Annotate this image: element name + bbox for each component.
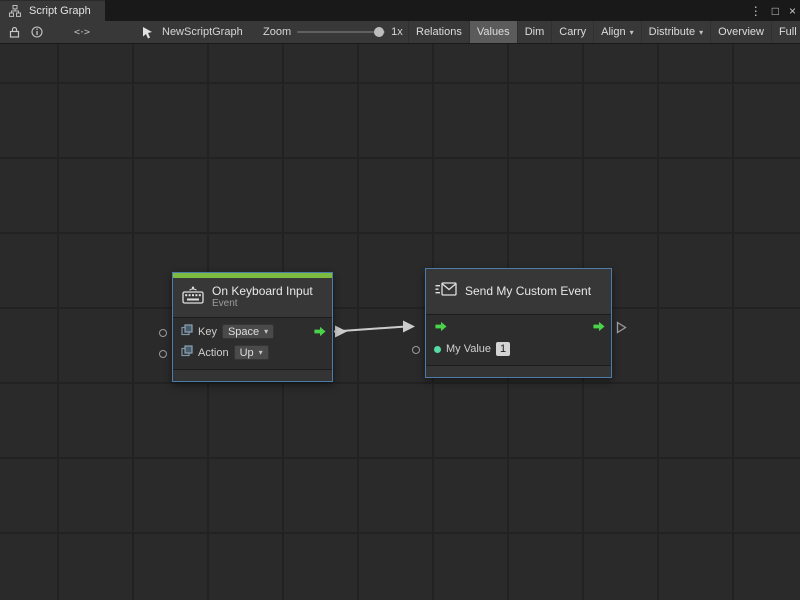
- edit-graph-button[interactable]: <·>: [74, 21, 89, 43]
- my-value-row: My Value 1: [426, 337, 611, 361]
- graph-name: NewScriptGraph: [162, 26, 243, 38]
- chevron-down-icon: ▾: [264, 327, 268, 336]
- maximize-icon[interactable]: □: [772, 5, 779, 17]
- full-screen-button[interactable]: Full Screen: [771, 21, 800, 43]
- connection-wire: [0, 44, 800, 600]
- trigger-output-port[interactable]: [592, 320, 606, 333]
- zoom-label: Zoom: [263, 26, 291, 38]
- tab-script-graph[interactable]: Script Graph: [0, 0, 105, 21]
- action-dropdown[interactable]: Up ▾: [234, 345, 269, 360]
- key-dropdown[interactable]: Space ▾: [222, 324, 274, 339]
- code-icon: <·>: [74, 27, 89, 38]
- lock-button[interactable]: [5, 21, 23, 43]
- overview-label: Overview: [718, 26, 764, 38]
- zoom-control: Zoom 1x: [263, 21, 403, 43]
- zoom-value: 1x: [391, 26, 403, 38]
- toolbar-buttons: Relations Values Dim Carry Align ▾ Distr…: [408, 21, 800, 43]
- overview-button[interactable]: Overview: [710, 21, 771, 43]
- align-label: Align: [601, 26, 625, 38]
- info-icon: [28, 23, 46, 41]
- dim-label: Dim: [525, 26, 545, 38]
- node-footer: [426, 365, 611, 377]
- relations-label: Relations: [416, 26, 462, 38]
- graph-breadcrumb[interactable]: NewScriptGraph: [138, 21, 243, 43]
- my-value-input[interactable]: 1: [496, 342, 510, 356]
- trigger-output-port[interactable]: [313, 325, 327, 338]
- distribute-label: Distribute: [649, 26, 695, 38]
- full-screen-label: Full Screen: [779, 26, 800, 38]
- key-dropdown-value: Space: [228, 326, 259, 338]
- tab-title: Script Graph: [29, 5, 91, 17]
- flow-continue-port[interactable]: [616, 321, 627, 334]
- distribute-button[interactable]: Distribute ▾: [641, 21, 710, 43]
- trigger-input-port[interactable]: [434, 320, 448, 333]
- node-footer: [173, 369, 332, 381]
- action-input-port[interactable]: [159, 350, 167, 358]
- values-label: Values: [477, 26, 510, 38]
- node-header: On Keyboard Input Event: [173, 278, 332, 317]
- my-value-label: My Value: [446, 343, 491, 355]
- menu-icon[interactable]: ⋮: [750, 5, 762, 17]
- carry-button[interactable]: Carry: [551, 21, 593, 43]
- my-value-input-port[interactable]: [412, 346, 420, 354]
- dim-button[interactable]: Dim: [517, 21, 552, 43]
- key-label: Key: [198, 326, 217, 338]
- values-button[interactable]: Values: [469, 21, 517, 43]
- node-title: On Keyboard Input: [212, 285, 313, 298]
- action-row: Action Up ▾: [173, 342, 332, 363]
- node-on-keyboard-input[interactable]: On Keyboard Input Event Key Space ▾: [172, 272, 333, 382]
- zoom-slider-knob[interactable]: [374, 27, 384, 37]
- window-tab-bar: Script Graph ⋮ □ ×: [0, 0, 800, 21]
- carry-label: Carry: [559, 26, 586, 38]
- graph-pointer-icon: [138, 23, 156, 41]
- info-button[interactable]: [28, 21, 46, 43]
- window-controls: ⋮ □ ×: [750, 0, 796, 21]
- node-body: My Value 1: [426, 315, 611, 361]
- chevron-down-icon: ▾: [259, 348, 263, 357]
- key-row: Key Space ▾: [173, 321, 332, 342]
- flow-row: [426, 315, 611, 337]
- lock-icon: [5, 23, 23, 41]
- script-graph-icon: [6, 2, 24, 20]
- chevron-down-icon: ▾: [699, 28, 703, 37]
- action-dropdown-value: Up: [240, 347, 254, 359]
- enum-icon: [181, 344, 193, 362]
- key-input-port[interactable]: [159, 329, 167, 337]
- node-send-my-custom-event[interactable]: Send My Custom Event My Value 1: [425, 268, 612, 378]
- node-title: Send My Custom Event: [465, 285, 591, 298]
- chevron-down-icon: ▾: [630, 28, 634, 37]
- action-label: Action: [198, 347, 229, 359]
- graph-canvas[interactable]: On Keyboard Input Event Key Space ▾: [0, 44, 800, 600]
- node-body: Key Space ▾ Action: [173, 318, 332, 366]
- value-port-dot[interactable]: [434, 346, 441, 353]
- keyboard-icon: [182, 286, 204, 309]
- relations-button[interactable]: Relations: [408, 21, 469, 43]
- node-subtitle: Event: [212, 298, 313, 310]
- align-button[interactable]: Align ▾: [593, 21, 640, 43]
- enum-icon: [181, 323, 193, 341]
- close-icon[interactable]: ×: [789, 5, 796, 17]
- graph-toolbar: <·> NewScriptGraph Zoom 1x Relations Val…: [0, 21, 800, 44]
- node-header: Send My Custom Event: [426, 269, 611, 314]
- custom-event-icon: [435, 280, 457, 303]
- zoom-slider[interactable]: [297, 31, 385, 33]
